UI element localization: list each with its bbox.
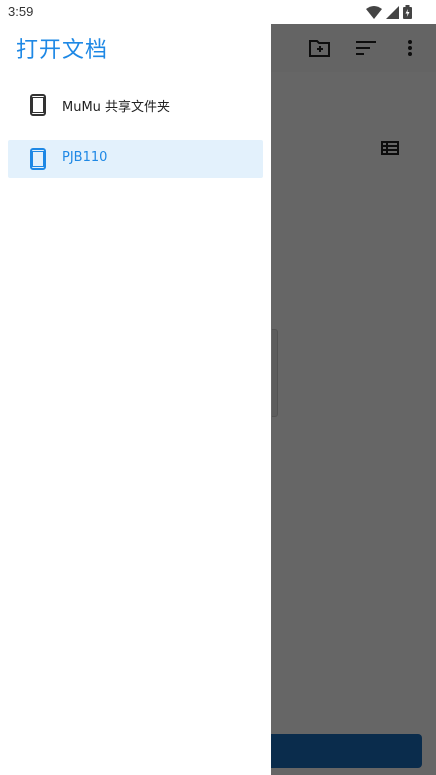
wifi-icon [366,5,382,19]
phone-icon [26,93,50,117]
status-icons [366,5,412,19]
root-item-pjb110[interactable]: PJB110 [8,140,263,178]
status-bar: 3:59 [0,0,436,24]
phone-icon [26,147,50,171]
roots-drawer: 打开文档 MuMu 共享文件夹 PJB110 [0,24,271,775]
battery-icon [403,5,412,19]
status-time: 3:59 [8,4,34,19]
screen: 3:59 打开文档 MuMu 共享文件夹 PJB110 [0,0,436,775]
root-item-label: MuMu 共享文件夹 [62,100,171,115]
root-item-label: PJB110 [62,150,108,165]
signal-icon [386,5,399,19]
drawer-title: 打开文档 [16,38,109,63]
root-item-mumu-shared-folder[interactable]: MuMu 共享文件夹 [8,86,263,124]
